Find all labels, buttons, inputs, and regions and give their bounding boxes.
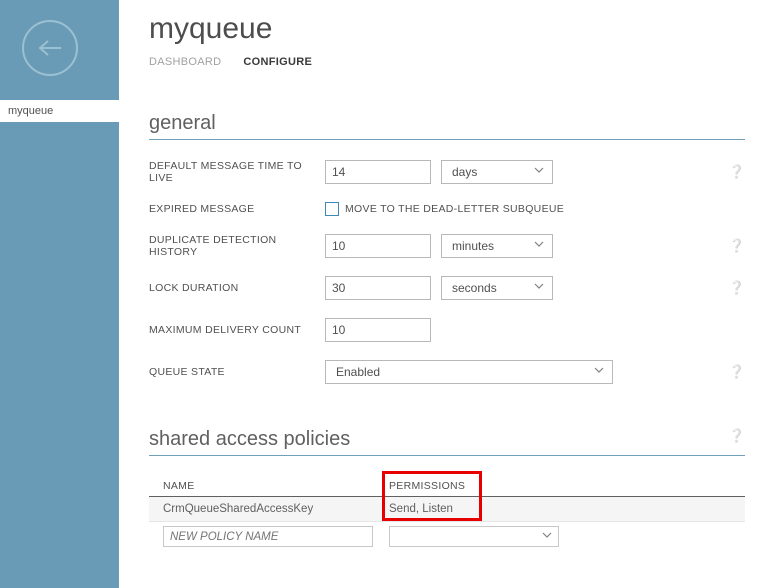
help-icon[interactable]: ❔ [729, 238, 745, 254]
label-duplicate-detection: DUPLICATE DETECTION HISTORY [149, 234, 325, 258]
label-lock-duration: LOCK DURATION [149, 282, 325, 294]
col-header-permissions: PERMISSIONS [389, 480, 735, 492]
select-dup-unit-value: minutes [452, 239, 494, 253]
table-header: NAME PERMISSIONS [149, 476, 745, 497]
tab-dashboard[interactable]: DASHBOARD [149, 56, 221, 68]
main-panel: myqueue DASHBOARD CONFIGURE general DEFA… [119, 0, 763, 588]
sidebar: myqueue [0, 0, 119, 588]
input-duplicate-detection[interactable] [325, 234, 431, 258]
chevron-down-icon [594, 367, 604, 377]
help-icon[interactable]: ❔ [729, 428, 745, 444]
sidebar-item-myqueue[interactable]: myqueue [0, 100, 119, 122]
back-button[interactable] [22, 20, 78, 76]
section-general-heading: general [149, 112, 745, 140]
select-lock-unit-value: seconds [452, 281, 497, 295]
input-new-policy-name[interactable] [163, 526, 373, 547]
input-message-ttl[interactable] [325, 160, 431, 184]
row-queue-state: QUEUE STATE Enabled ❔ [149, 360, 745, 384]
row-max-delivery: MAXIMUM DELIVERY COUNT [149, 318, 745, 342]
select-ttl-unit-value: days [452, 165, 477, 179]
tab-configure[interactable]: CONFIGURE [243, 56, 312, 68]
cell-policy-permissions: Send, Listen [389, 503, 735, 515]
help-icon[interactable]: ❔ [729, 364, 745, 380]
col-header-name: NAME [163, 480, 389, 492]
select-queue-state[interactable]: Enabled [325, 360, 613, 384]
select-lock-unit[interactable]: seconds [441, 276, 553, 300]
arrow-left-icon [37, 38, 63, 58]
checkbox-deadletter-label: MOVE TO THE DEAD-LETTER SUBQUEUE [345, 203, 564, 215]
section-policies-label: shared access policies [149, 428, 350, 450]
row-expired-message: EXPIRED MESSAGE MOVE TO THE DEAD-LETTER … [149, 202, 745, 216]
row-lock-duration: LOCK DURATION seconds ❔ [149, 276, 745, 300]
input-lock-duration[interactable] [325, 276, 431, 300]
policies-table: NAME PERMISSIONS CrmQueueSharedAccessKey… [149, 476, 745, 551]
row-duplicate-detection: DUPLICATE DETECTION HISTORY minutes ❔ [149, 234, 745, 258]
cell-policy-name: CrmQueueSharedAccessKey [163, 503, 389, 515]
section-general-label: general [149, 112, 216, 134]
label-message-ttl: DEFAULT MESSAGE TIME TO LIVE [149, 160, 325, 184]
select-queue-state-value: Enabled [336, 365, 380, 379]
select-ttl-unit[interactable]: days [441, 160, 553, 184]
help-icon[interactable]: ❔ [729, 280, 745, 296]
section-policies-heading: shared access policies ❔ [149, 428, 745, 456]
chevron-down-icon [534, 167, 544, 177]
label-queue-state: QUEUE STATE [149, 366, 325, 378]
chevron-down-icon [534, 283, 544, 293]
chevron-down-icon [542, 532, 552, 542]
label-max-delivery: MAXIMUM DELIVERY COUNT [149, 324, 325, 336]
chevron-down-icon [534, 241, 544, 251]
help-icon[interactable]: ❔ [729, 164, 745, 180]
input-max-delivery[interactable] [325, 318, 431, 342]
select-new-policy-permissions[interactable] [389, 526, 559, 547]
select-dup-unit[interactable]: minutes [441, 234, 553, 258]
row-message-ttl: DEFAULT MESSAGE TIME TO LIVE days ❔ [149, 160, 745, 184]
page-title: myqueue [149, 12, 745, 46]
table-row-new [149, 521, 745, 551]
label-expired-message: EXPIRED MESSAGE [149, 203, 325, 215]
tabs: DASHBOARD CONFIGURE [149, 56, 745, 68]
checkbox-deadletter[interactable] [325, 202, 339, 216]
table-row[interactable]: CrmQueueSharedAccessKey Send, Listen [149, 497, 745, 521]
